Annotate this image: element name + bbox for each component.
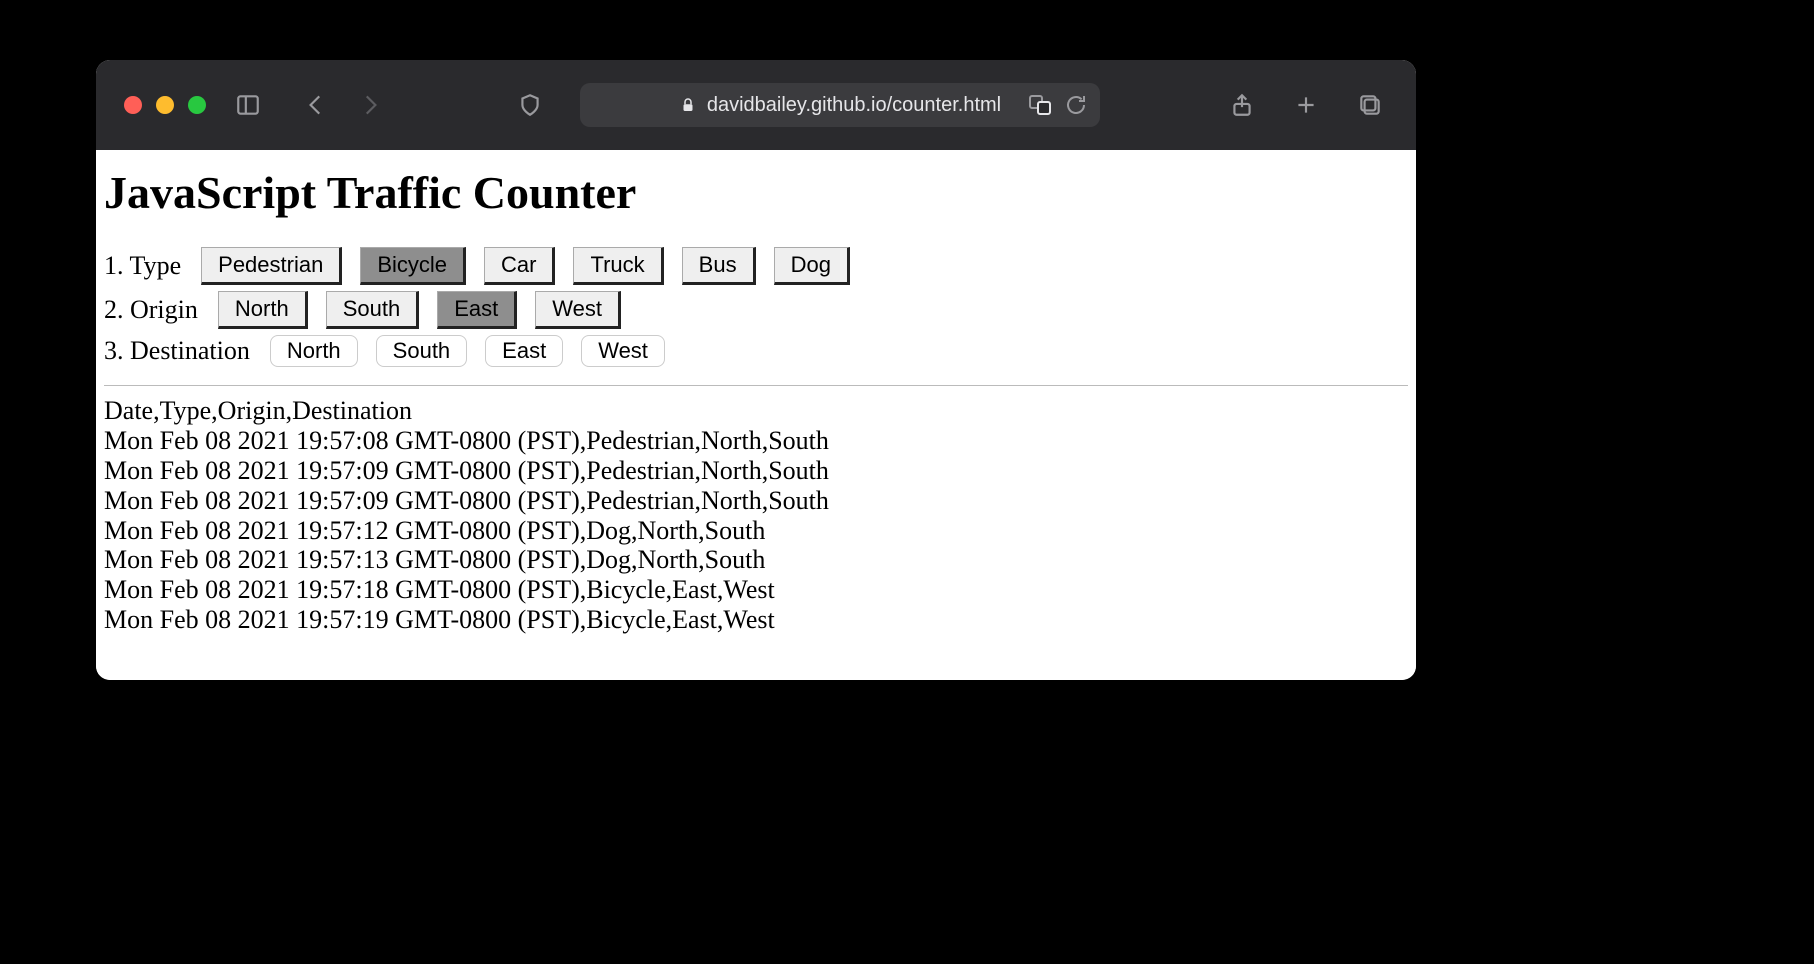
type-option-bicycle[interactable]: Bicycle	[360, 247, 466, 285]
type-row: 1. Type Pedestrian Bicycle Car Truck Bus…	[104, 247, 1408, 285]
log-line: Mon Feb 08 2021 19:57:08 GMT-0800 (PST),…	[104, 426, 1408, 456]
log-output: Date,Type,Origin,Destination Mon Feb 08 …	[104, 396, 1408, 635]
forward-button	[352, 87, 388, 123]
url-text: davidbailey.github.io/counter.html	[707, 94, 1001, 117]
destination-label: 3. Destination	[104, 336, 250, 366]
destination-option-west[interactable]: West	[581, 335, 665, 367]
close-window-button[interactable]	[124, 96, 142, 114]
log-line: Mon Feb 08 2021 19:57:18 GMT-0800 (PST),…	[104, 575, 1408, 605]
origin-option-north[interactable]: North	[218, 291, 308, 329]
type-option-pedestrian[interactable]: Pedestrian	[201, 247, 342, 285]
titlebar: davidbailey.github.io/counter.html	[96, 60, 1416, 150]
type-option-truck[interactable]: Truck	[573, 247, 663, 285]
reload-icon[interactable]	[1064, 93, 1088, 117]
log-line: Mon Feb 08 2021 19:57:19 GMT-0800 (PST),…	[104, 605, 1408, 635]
origin-option-east[interactable]: East	[437, 291, 517, 329]
window-controls	[124, 96, 206, 114]
page-content: JavaScript Traffic Counter 1. Type Pedes…	[96, 150, 1416, 680]
destination-option-south[interactable]: South	[376, 335, 468, 367]
origin-option-south[interactable]: South	[326, 291, 420, 329]
browser-window: davidbailey.github.io/counter.html	[96, 60, 1416, 680]
minimize-window-button[interactable]	[156, 96, 174, 114]
sidebar-toggle-icon[interactable]	[230, 87, 266, 123]
log-line: Mon Feb 08 2021 19:57:12 GMT-0800 (PST),…	[104, 516, 1408, 546]
divider	[104, 385, 1408, 386]
fullscreen-window-button[interactable]	[188, 96, 206, 114]
page-title: JavaScript Traffic Counter	[104, 166, 1408, 219]
log-header: Date,Type,Origin,Destination	[104, 396, 1408, 426]
log-line: Mon Feb 08 2021 19:57:13 GMT-0800 (PST),…	[104, 545, 1408, 575]
privacy-shield-icon[interactable]	[512, 87, 548, 123]
type-option-car[interactable]: Car	[484, 247, 555, 285]
destination-option-north[interactable]: North	[270, 335, 358, 367]
destination-option-east[interactable]: East	[485, 335, 563, 367]
origin-row: 2. Origin North South East West	[104, 291, 1408, 329]
back-button[interactable]	[298, 87, 334, 123]
destination-row: 3. Destination North South East West	[104, 335, 1408, 367]
type-label: 1. Type	[104, 251, 181, 281]
address-bar[interactable]: davidbailey.github.io/counter.html	[580, 83, 1100, 127]
type-option-dog[interactable]: Dog	[774, 247, 850, 285]
share-icon[interactable]	[1224, 87, 1260, 123]
translate-icon[interactable]	[1028, 93, 1052, 117]
tabs-overview-icon[interactable]	[1352, 87, 1388, 123]
log-line: Mon Feb 08 2021 19:57:09 GMT-0800 (PST),…	[104, 486, 1408, 516]
new-tab-icon[interactable]	[1288, 87, 1324, 123]
origin-option-west[interactable]: West	[535, 291, 621, 329]
origin-label: 2. Origin	[104, 295, 198, 325]
type-option-bus[interactable]: Bus	[682, 247, 756, 285]
log-line: Mon Feb 08 2021 19:57:09 GMT-0800 (PST),…	[104, 456, 1408, 486]
lock-icon	[679, 96, 697, 114]
